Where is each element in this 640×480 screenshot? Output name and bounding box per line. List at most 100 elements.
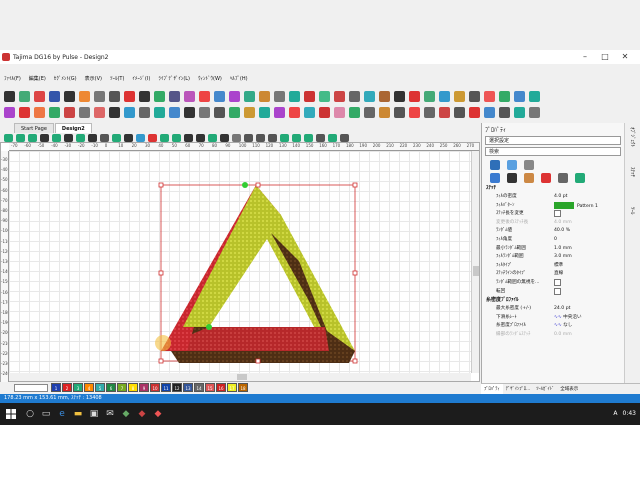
tb3-tool-icon-1[interactable] [16,134,25,142]
tb1-tool-icon-2[interactable] [34,90,45,102]
stitch-icon[interactable] [490,159,500,170]
property-value[interactable]: 標準 [554,262,624,271]
tab-design2[interactable]: Design2 [54,123,92,133]
windows-start-icon[interactable] [0,403,22,425]
property-value[interactable]: Pattern 1 [554,201,624,211]
tb2-tool-icon-31[interactable] [469,106,480,118]
tab-start-page[interactable]: Start Page [14,123,54,133]
tb2-tool-icon-2[interactable] [34,106,45,118]
property-value[interactable]: 3.0 mm [554,253,624,262]
tb3-tool-icon-20[interactable] [244,134,253,142]
tb2-tool-icon-35[interactable] [529,106,540,118]
transform-icon[interactable] [558,172,568,183]
minimize-button[interactable]: – [575,50,595,64]
clock[interactable]: 0:43 [623,403,636,425]
tb2-tool-icon-18[interactable] [274,106,285,118]
tb2-tool-icon-13[interactable] [199,106,210,118]
tb2-tool-icon-20[interactable] [304,106,315,118]
tb3-tool-icon-13[interactable] [160,134,169,142]
side-tab-0[interactable]: ｵﾌﾞｼﾞｪｸﾄ [625,123,640,163]
menu-item-4[interactable]: ﾂｰﾙ(T) [106,74,128,84]
selection-dropdown[interactable]: 選択設定 [485,136,621,145]
tb1-tool-icon-13[interactable] [199,90,210,102]
menu-item-0[interactable]: ﾌｧｲﾙ(F) [0,74,25,84]
tb2-tool-icon-25[interactable] [379,106,390,118]
tb2-tool-icon-28[interactable] [424,106,435,118]
tb3-tool-icon-9[interactable] [112,134,121,142]
tb1-tool-icon-34[interactable] [514,90,525,102]
tb3-tool-icon-22[interactable] [268,134,277,142]
tb3-tool-icon-0[interactable] [4,134,13,142]
property-row[interactable]: ﾌｨﾙ角度 0 [482,236,624,245]
app-icon-2[interactable]: ◆ [134,403,150,425]
tb3-tool-icon-8[interactable] [100,134,109,142]
mail-icon[interactable]: ✉ [102,403,118,425]
property-row[interactable]: ﾌｨﾙﾀｲﾌﾟ 標準 [482,262,624,271]
property-value[interactable]: 24.0 pt [554,305,624,314]
property-checkbox[interactable] [554,210,561,218]
tb1-tool-icon-15[interactable] [229,90,240,102]
design-canvas[interactable]: -70 -60 -50 -40 -30 -20 -10 0 10 20 30 40 50 60 70 80 90… [0,142,480,383]
menu-item-6[interactable]: ﾗｲﾌﾞﾃﾞｻﾞｲﾝ(L) [154,74,194,84]
tb3-tool-icon-11[interactable] [136,134,145,142]
property-row[interactable]: 転回 [482,287,624,297]
color-swatch-3[interactable]: 3 [73,383,83,392]
bottom-tab-1[interactable]: ﾃﾞｻﾞｲﾝﾌﾟﾛ... [503,384,534,394]
menu-item-2[interactable]: ｾｸﾞﾒﾝﾄ(G) [50,74,81,84]
tb1-tool-icon-26[interactable] [394,90,405,102]
tb3-tool-icon-10[interactable] [124,134,133,142]
tb1-tool-icon-4[interactable] [64,90,75,102]
grid-icon[interactable] [575,172,585,183]
property-row[interactable]: ﾗﾝﾀﾞﾑ範囲の無視を... [482,278,624,288]
property-value[interactable] [554,287,624,297]
side-tab-1[interactable]: ｽﾃｯﾁ [625,163,640,203]
color-swatch-5[interactable]: 5 [95,383,105,392]
property-value[interactable]: 0.0 mm [554,331,624,340]
property-value[interactable]: 4.0 mm [554,219,624,228]
property-checkbox[interactable] [554,287,561,295]
menu-item-1[interactable]: 編集(E) [25,74,50,84]
tb3-tool-icon-12[interactable] [148,134,157,142]
tb1-tool-icon-14[interactable] [214,90,225,102]
tb2-tool-icon-26[interactable] [394,106,405,118]
tb1-tool-icon-11[interactable] [169,90,180,102]
tb1-tool-icon-18[interactable] [274,90,285,102]
close-button[interactable]: ✕ [615,50,635,64]
color-swatch-13[interactable]: 13 [183,383,193,392]
dg16-taskbar-icon[interactable]: ◆ [150,403,166,425]
tb2-tool-icon-8[interactable] [124,106,135,118]
tb2-tool-icon-15[interactable] [229,106,240,118]
color-swatch-14[interactable]: 14 [194,383,204,392]
color-swatch-17[interactable]: 17 [227,383,237,392]
tb2-tool-icon-27[interactable] [409,106,420,118]
delete-icon[interactable] [541,172,551,183]
tb3-tool-icon-27[interactable] [328,134,337,142]
color-swatch-6[interactable]: 6 [106,383,116,392]
property-value[interactable]: 4.0 pt [554,193,624,202]
file-explorer-icon[interactable]: ▬ [70,403,86,425]
property-row[interactable]: 下滑糸ﾚｰﾄ ∿∿ 中央沿い [482,314,624,323]
tb2-tool-icon-1[interactable] [19,106,30,118]
property-row[interactable]: 最小ﾗﾝﾀﾞﾑ範囲 1.0 mm [482,245,624,254]
menu-item-8[interactable]: ﾍﾙﾌﾟ(H) [226,74,252,84]
canvas-grid[interactable] [9,151,471,373]
tb2-tool-icon-0[interactable] [4,106,15,118]
tb1-tool-icon-7[interactable] [109,90,120,102]
tb3-tool-icon-4[interactable] [52,134,61,142]
property-search-input[interactable]: 検索 [485,147,621,156]
text-icon[interactable] [507,159,517,170]
color-swatch-7[interactable]: 7 [117,383,127,392]
horizontal-scrollbar[interactable] [9,373,471,381]
tb3-tool-icon-18[interactable] [220,134,229,142]
property-value[interactable] [554,278,624,288]
tb1-tool-icon-23[interactable] [349,90,360,102]
property-row[interactable]: ﾌｨﾙﾗﾝﾀﾞﾑ範囲 3.0 mm [482,253,624,262]
tb3-tool-icon-17[interactable] [208,134,217,142]
tb1-tool-icon-32[interactable] [484,90,495,102]
end-point-marker[interactable] [206,324,212,330]
property-checkbox[interactable] [554,278,561,286]
link-icon[interactable] [490,172,500,183]
tb2-tool-icon-17[interactable] [259,106,270,118]
tools-icon[interactable] [524,159,534,170]
tb2-tool-icon-10[interactable] [154,106,165,118]
